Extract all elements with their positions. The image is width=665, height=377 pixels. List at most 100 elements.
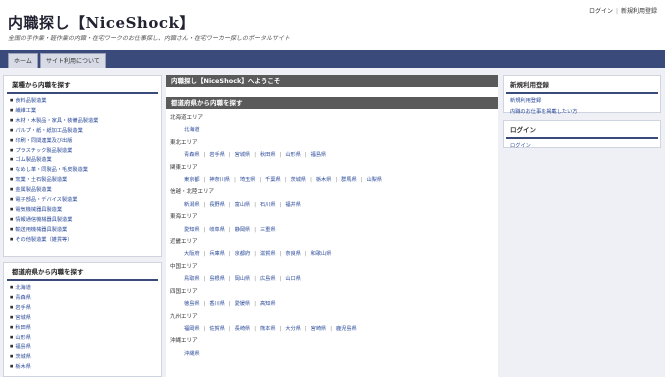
pref-sidebar-link[interactable]: 岩手県 xyxy=(10,303,155,313)
industry-link[interactable]: なめし革・同製品・毛皮製造業 xyxy=(10,165,155,175)
region-prefs: 大阪府 | 兵庫県 | 京都府 | 滋賀県 | 奈良県 | 和歌山県 xyxy=(184,251,332,258)
pref-link[interactable]: 大分県 xyxy=(285,326,301,332)
top-links: ログイン | 新規利用登録 xyxy=(588,8,657,15)
post-job-link[interactable]: 内職のお仕事を掲載したい方 xyxy=(504,107,660,118)
industry-link[interactable]: プラスチック製品製造業 xyxy=(10,146,155,156)
region-prefs: 鳥取県 | 島根県 | 岡山県 | 広島県 | 山口県 xyxy=(184,276,301,283)
pref-link[interactable]: 熊本県 xyxy=(260,326,276,332)
pref-link[interactable]: 秋田県 xyxy=(260,152,276,158)
pref-sidebar-heading: 都道府県から内職を探す xyxy=(7,263,158,281)
industry-link[interactable]: 繊維工業 xyxy=(10,106,155,116)
tab-about[interactable]: サイト利用について xyxy=(40,53,106,68)
pref-link[interactable]: 愛媛県 xyxy=(235,301,251,307)
pref-link[interactable]: 埼玉県 xyxy=(240,177,256,183)
pref-link[interactable]: 鹿児島県 xyxy=(336,326,357,332)
register-box: 新規利用登録 新規利用登録 内職のお仕事を掲載したい方 xyxy=(503,75,661,115)
pref-link[interactable]: 青森県 xyxy=(184,152,200,158)
pref-link[interactable]: 京都府 xyxy=(235,251,251,257)
pref-link[interactable]: 新潟県 xyxy=(184,202,200,208)
pref-sidebar-link[interactable]: 茨城県 xyxy=(10,352,155,362)
region-prefs: 青森県 | 岩手県 | 宮城県 | 秋田県 | 山形県 | 福島県 xyxy=(184,152,327,159)
pref-link[interactable]: 福島県 xyxy=(311,152,327,158)
main-content: 内職探し【NiceShock】へようこそ 都道府県から内職を探す 北海道エリア北… xyxy=(166,75,498,377)
industry-link[interactable]: 窯業・土石製品製造業 xyxy=(10,175,155,185)
pref-sidebar-link[interactable]: 宮城県 xyxy=(10,313,155,323)
register-link-side[interactable]: 新規利用登録 xyxy=(504,96,660,107)
pref-sidebar-link[interactable]: 北海道 xyxy=(10,283,155,293)
industry-link[interactable]: 情報通信機械器具製造業 xyxy=(10,215,155,225)
pref-link[interactable]: 福井県 xyxy=(285,202,301,208)
pref-link[interactable]: 佐賀県 xyxy=(209,326,225,332)
pref-link[interactable]: 宮城県 xyxy=(235,152,251,158)
pref-link[interactable]: 大阪府 xyxy=(184,251,200,257)
region-prefs: 新潟県 | 長野県 | 富山県 | 石川県 | 福井県 xyxy=(184,201,301,208)
pref-link[interactable]: 和歌山県 xyxy=(311,251,332,257)
pref-link[interactable]: 千葉県 xyxy=(265,177,281,183)
pref-link[interactable]: 三重県 xyxy=(260,227,276,233)
industry-link[interactable]: その他製造業（雑貨等） xyxy=(10,235,155,245)
pref-link[interactable]: 岐阜県 xyxy=(209,227,225,233)
pref-box: 都道府県から内職を探す 北海道青森県岩手県宮城県秋田県山形県福島県茨城県栃木県 xyxy=(3,262,162,377)
site-tagline: 全国の手作業・軽作業の内職・在宅ワークのお仕事探し、内職さん・在宅ワーカー探しの… xyxy=(8,35,291,42)
pref-link[interactable]: 福岡県 xyxy=(184,326,200,332)
pref-link[interactable]: 栃木県 xyxy=(316,177,332,183)
login-link-side[interactable]: ログイン xyxy=(504,141,660,152)
pref-link[interactable]: 東京都 xyxy=(184,177,200,183)
pref-link[interactable]: 山形県 xyxy=(285,152,301,158)
industry-link[interactable]: 金属製品製造業 xyxy=(10,185,155,195)
region-label: 九州エリア xyxy=(170,313,198,320)
pref-link[interactable]: 茨城県 xyxy=(291,177,307,183)
region-list: 北海道エリア 北海道 東北エリア 青森県 | 岩手県 | 宮城県 | 秋田県 | 山形県 | 福島県 関東エ… xyxy=(166,112,498,360)
pref-link[interactable]: 山口県 xyxy=(285,276,301,282)
tab-home[interactable]: ホーム xyxy=(8,53,38,68)
pref-link[interactable]: 富山県 xyxy=(235,202,251,208)
pref-link[interactable]: 石川県 xyxy=(260,202,276,208)
pref-link[interactable]: 岩手県 xyxy=(209,152,225,158)
pref-link[interactable]: 鳥取県 xyxy=(184,276,200,282)
industry-link[interactable]: 輸送用機械器具製造業 xyxy=(10,225,155,235)
pref-link[interactable]: 香川県 xyxy=(209,301,225,307)
pref-link[interactable]: 滋賀県 xyxy=(260,251,276,257)
pref-link[interactable]: 宮崎県 xyxy=(311,326,327,332)
pref-link[interactable]: 静岡県 xyxy=(235,227,251,233)
pref-link[interactable]: 北海道 xyxy=(184,127,200,133)
pref-link[interactable]: 徳島県 xyxy=(184,301,200,307)
pref-link[interactable]: 沖縄県 xyxy=(184,351,200,357)
industry-heading: 業種から内職を探す xyxy=(7,76,158,94)
region-prefs: 東京都 | 神奈川県 | 埼玉県 | 千葉県 | 茨城県 | 栃木県 | 群馬県 | 山梨県 xyxy=(184,177,383,184)
pref-sidebar-link[interactable]: 秋田県 xyxy=(10,323,155,333)
pref-sidebar-link[interactable]: 福島県 xyxy=(10,342,155,352)
industry-link[interactable]: 電気機械器具製造業 xyxy=(10,205,155,215)
pref-link[interactable]: 長崎県 xyxy=(235,326,251,332)
pref-link[interactable]: 奈良県 xyxy=(285,251,301,257)
pref-link[interactable]: 兵庫県 xyxy=(209,251,225,257)
pref-sidebar-link[interactable]: 山形県 xyxy=(10,333,155,343)
pref-link[interactable]: 島根県 xyxy=(209,276,225,282)
register-link[interactable]: 新規利用登録 xyxy=(621,8,657,15)
pref-link[interactable]: 広島県 xyxy=(260,276,276,282)
pref-sidebar-link[interactable]: 青森県 xyxy=(10,293,155,303)
region-prefs: 徳島県 | 香川県 | 愛媛県 | 高知県 xyxy=(184,301,276,308)
site-title[interactable]: 内職探し【NiceShock】 xyxy=(8,12,195,33)
pref-link[interactable]: 神奈川県 xyxy=(209,177,230,183)
industry-link[interactable]: パルプ・紙・紙加工品製造業 xyxy=(10,126,155,136)
pref-link[interactable]: 山梨県 xyxy=(366,177,382,183)
pref-link[interactable]: 高知県 xyxy=(260,301,276,307)
industry-link[interactable]: ゴム製品製造業 xyxy=(10,155,155,165)
industry-link[interactable]: 食料品製造業 xyxy=(10,96,155,106)
industry-link[interactable]: 木材・木製品・家具・装備品製造業 xyxy=(10,116,155,126)
pref-sidebar-link[interactable]: 栃木県 xyxy=(10,362,155,372)
industry-link[interactable]: 印刷・同関連業及び出版 xyxy=(10,136,155,146)
register-heading: 新規利用登録 xyxy=(506,76,658,94)
region-prefs: 福岡県 | 佐賀県 | 長崎県 | 熊本県 | 大分県 | 宮崎県 | 鹿児島県 xyxy=(184,325,357,332)
industry-link[interactable]: 電子部品・デバイス製造業 xyxy=(10,195,155,205)
pref-link[interactable]: 愛知県 xyxy=(184,227,200,233)
industry-list: 食料品製造業繊維工業木材・木製品・家具・装備品製造業パルプ・紙・紙加工品製造業印… xyxy=(4,94,161,247)
pref-link[interactable]: 長野県 xyxy=(209,202,225,208)
region-label: 沖縄エリア xyxy=(170,338,198,345)
industry-box: 業種から内職を探す 食料品製造業繊維工業木材・木製品・家具・装備品製造業パルプ・… xyxy=(3,75,162,257)
login-link[interactable]: ログイン xyxy=(589,8,613,15)
pref-link[interactable]: 岡山県 xyxy=(235,276,251,282)
pref-link[interactable]: 群馬県 xyxy=(341,177,357,183)
region-prefs: 北海道 xyxy=(184,124,498,136)
